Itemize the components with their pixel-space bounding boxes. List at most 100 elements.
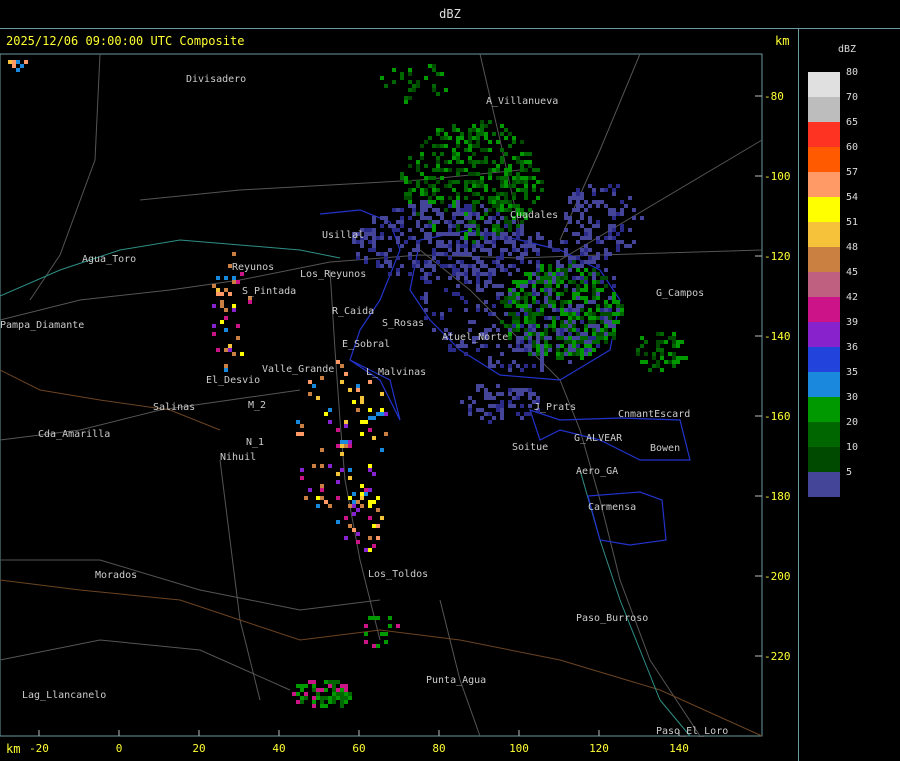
echo-pixel xyxy=(604,204,608,208)
echo-pixel xyxy=(592,292,596,296)
echo-pixel xyxy=(468,144,472,148)
echo-pixel xyxy=(448,256,452,260)
echo-pixel xyxy=(436,132,440,136)
echo-pixel xyxy=(460,244,464,248)
echo-pixel xyxy=(672,344,676,348)
echo-pixel xyxy=(416,212,420,216)
echo-pixel xyxy=(512,316,516,320)
echo-pixel xyxy=(520,348,524,352)
echo-pixel xyxy=(344,440,348,444)
echo-pixel xyxy=(532,320,536,324)
echo-pixel xyxy=(456,196,460,200)
echo-pixel xyxy=(520,340,524,344)
echo-pixel xyxy=(488,208,492,212)
echo-pixel xyxy=(368,536,372,540)
echo-pixel xyxy=(436,188,440,192)
echo-pixel xyxy=(532,344,536,348)
echo-pixel xyxy=(484,308,488,312)
echo-pixel xyxy=(476,308,480,312)
echo-pixel xyxy=(476,180,480,184)
echo-pixel xyxy=(356,408,360,412)
echo-pixel xyxy=(492,272,496,276)
echo-pixel xyxy=(344,700,348,704)
echo-pixel xyxy=(348,444,352,448)
echo-pixel xyxy=(364,632,368,636)
echo-pixel xyxy=(528,312,532,316)
echo-pixel xyxy=(584,344,588,348)
echo-pixel xyxy=(564,216,568,220)
echo-pixel xyxy=(512,244,516,248)
echo-pixel xyxy=(504,312,508,316)
echo-pixel xyxy=(480,244,484,248)
echo-pixel xyxy=(628,228,632,232)
echo-pixel xyxy=(568,304,572,308)
echo-pixel xyxy=(648,368,652,372)
echo-pixel xyxy=(604,316,608,320)
echo-pixel xyxy=(340,696,344,700)
echo-pixel xyxy=(504,232,508,236)
echo-pixel xyxy=(656,344,660,348)
echo-pixel xyxy=(456,140,460,144)
echo-pixel xyxy=(488,396,492,400)
echo-pixel xyxy=(432,144,436,148)
echo-pixel xyxy=(548,292,552,296)
echo-pixel xyxy=(588,184,592,188)
echo-pixel xyxy=(368,408,372,412)
echo-pixel xyxy=(424,292,428,296)
echo-pixel xyxy=(612,324,616,328)
echo-pixel xyxy=(372,248,376,252)
echo-pixel xyxy=(484,208,488,212)
echo-pixel xyxy=(484,124,488,128)
echo-pixel xyxy=(508,252,512,256)
echo-pixel xyxy=(560,272,564,276)
echo-pixel xyxy=(512,264,516,268)
echo-pixel xyxy=(604,308,608,312)
echo-pixel xyxy=(484,272,488,276)
echo-pixel xyxy=(596,200,600,204)
echo-pixel xyxy=(412,212,416,216)
echo-pixel xyxy=(328,464,332,468)
legend-swatch xyxy=(808,97,840,122)
echo-pixel xyxy=(440,136,444,140)
echo-pixel xyxy=(420,144,424,148)
echo-pixel xyxy=(212,324,216,328)
echo-pixel xyxy=(524,316,528,320)
echo-pixel xyxy=(476,276,480,280)
echo-pixel xyxy=(224,364,228,368)
echo-pixel xyxy=(536,340,540,344)
echo-pixel xyxy=(580,192,584,196)
echo-pixel xyxy=(488,392,492,396)
echo-pixel xyxy=(552,276,556,280)
echo-pixel xyxy=(20,64,24,68)
echo-pixel xyxy=(372,472,376,476)
echo-pixel xyxy=(348,440,352,444)
echo-pixel xyxy=(644,360,648,364)
echo-pixel xyxy=(644,340,648,344)
echo-pixel xyxy=(440,216,444,220)
echo-pixel xyxy=(620,304,624,308)
echo-pixel xyxy=(484,232,488,236)
echo-pixel xyxy=(500,204,504,208)
echo-pixel xyxy=(432,184,436,188)
echo-pixel xyxy=(656,360,660,364)
echo-pixel xyxy=(464,224,468,228)
echo-pixel xyxy=(508,328,512,332)
echo-pixel xyxy=(452,188,456,192)
echo-pixel xyxy=(520,260,524,264)
border-lines xyxy=(0,369,763,737)
echo-pixel xyxy=(524,168,528,172)
echo-pixel xyxy=(532,328,536,332)
echo-pixel xyxy=(448,344,452,348)
echo-pixel xyxy=(484,412,488,416)
echo-pixel xyxy=(328,504,332,508)
echo-pixel xyxy=(612,292,616,296)
echo-pixel xyxy=(576,264,580,268)
echo-pixel xyxy=(528,260,532,264)
echo-pixel xyxy=(408,252,412,256)
echo-pixel xyxy=(604,252,608,256)
echo-pixel xyxy=(344,516,348,520)
echo-pixel xyxy=(548,284,552,288)
echo-pixel xyxy=(484,188,488,192)
echo-pixel xyxy=(440,244,444,248)
echo-pixel xyxy=(564,308,568,312)
